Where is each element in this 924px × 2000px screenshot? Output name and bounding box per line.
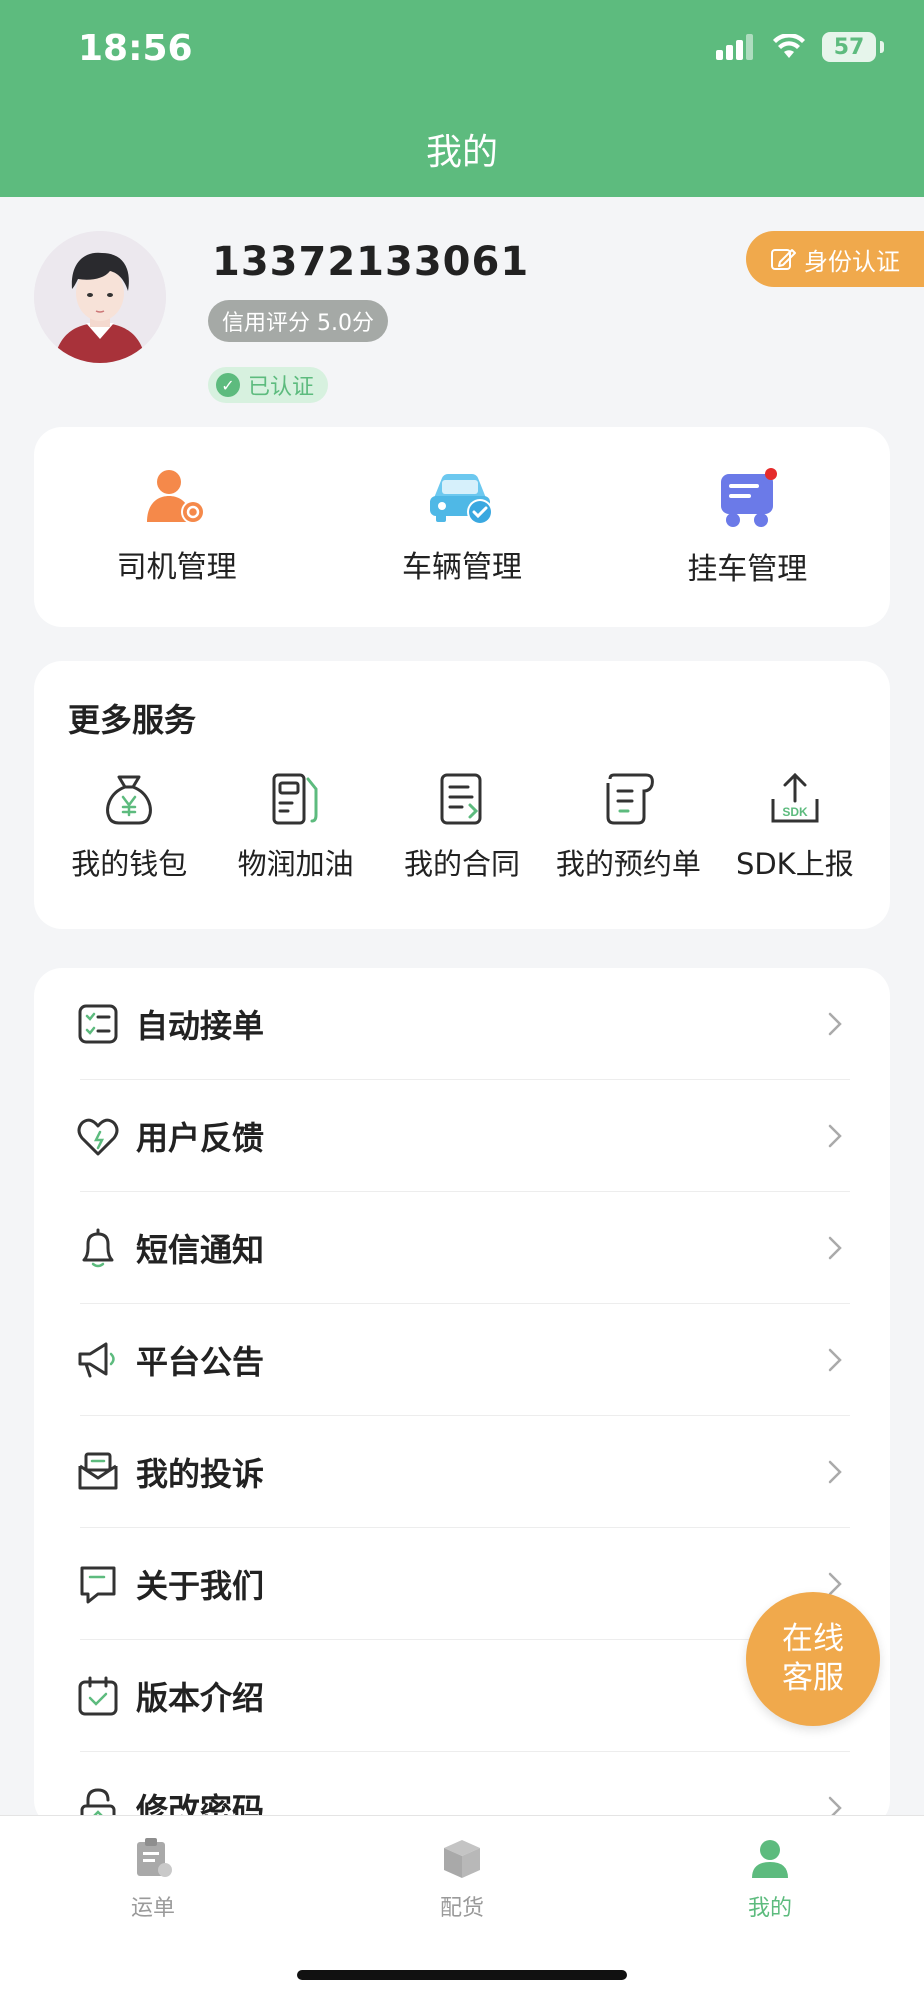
car-icon — [429, 474, 493, 525]
wallet-icon — [106, 775, 153, 825]
status-time: 18:56 — [78, 28, 193, 69]
reservation-icon — [606, 773, 655, 825]
chevron-right-icon — [828, 1348, 842, 1372]
management-card: 司机管理 车辆管理 挂车管理 — [34, 427, 890, 627]
trailer-management-label: 挂车管理 — [687, 552, 808, 587]
nav-bar: 我的 — [0, 100, 924, 197]
avatar-illustration — [34, 231, 166, 363]
tab-distribution[interactable]: 配货 — [362, 1836, 562, 1922]
auto-order-icon — [78, 1004, 118, 1044]
feedback-icon — [77, 1118, 119, 1156]
vehicle-management[interactable]: 车辆管理 — [319, 427, 604, 627]
credit-score-badge: 信用评分 5.0分 — [208, 300, 388, 342]
service-sdk-upload[interactable]: SDK SDK上报 — [712, 771, 878, 883]
page-title: 我的 — [425, 131, 498, 173]
service-fuel-label: 物润加油 — [237, 847, 354, 881]
service-fuel[interactable]: 物润加油 — [212, 771, 378, 883]
phone-number: 13372133061 — [212, 239, 530, 285]
edit-icon — [771, 249, 796, 270]
verified-badge: ✓ 已认证 — [208, 367, 329, 403]
chevron-right-icon — [828, 1124, 842, 1148]
chevron-right-icon — [828, 1012, 842, 1036]
profile-section: 13372133061 信用评分 5.0分 ✓ 已认证 身份认证 — [0, 197, 924, 427]
check-icon: ✓ — [216, 373, 240, 397]
about-icon — [80, 1566, 116, 1604]
identity-verify-label: 身份认证 — [804, 247, 900, 276]
box-icon — [444, 1840, 480, 1878]
service-reservation[interactable]: 我的预约单 — [545, 771, 711, 883]
contract-icon — [440, 773, 482, 825]
waybill-icon — [137, 1838, 172, 1877]
service-reservation-label: 我的预约单 — [555, 847, 701, 881]
tab-distribution-label: 配货 — [439, 1896, 484, 1921]
tab-waybill-label: 运单 — [130, 1896, 175, 1921]
chevron-right-icon — [828, 1460, 842, 1484]
menu-item-complaint[interactable]: 我的投诉 — [34, 1416, 890, 1528]
chevron-right-icon — [828, 1236, 842, 1260]
status-icons: 57 — [716, 32, 884, 62]
megaphone-icon — [78, 1342, 115, 1378]
more-services-title: 更多服务 — [68, 701, 197, 739]
driver-management-label: 司机管理 — [116, 550, 237, 585]
menu-item-label: 自动接单 — [136, 1007, 265, 1045]
vehicle-management-label: 车辆管理 — [401, 550, 522, 585]
service-contract-label: 我的合同 — [404, 847, 521, 881]
trailer-management[interactable]: 挂车管理 — [605, 427, 890, 627]
menu-item-announcement[interactable]: 平台公告 — [34, 1304, 890, 1416]
bell-icon — [82, 1228, 114, 1268]
signal-icon — [716, 34, 753, 60]
battery-indicator: 57 — [822, 32, 884, 62]
tab-mine[interactable]: 我的 — [670, 1836, 870, 1922]
home-indicator — [297, 1970, 627, 1980]
service-wallet-label: 我的钱包 — [71, 847, 188, 881]
status-bar: 18:56 57 — [0, 0, 924, 100]
version-icon — [78, 1676, 118, 1716]
online-service-button[interactable]: 在线 客服 — [746, 1592, 880, 1726]
driver-management[interactable]: 司机管理 — [34, 427, 319, 627]
menu-item-label: 用户反馈 — [136, 1119, 265, 1157]
online-service-line1: 在线 — [782, 1621, 844, 1657]
complaint-icon — [78, 1452, 118, 1490]
trailer-icon — [721, 468, 778, 527]
user-icon — [752, 1840, 788, 1878]
svg-text:SDK: SDK — [782, 805, 808, 819]
menu-item-auto-order[interactable]: 自动接单 — [34, 968, 890, 1080]
more-services-card: 更多服务 我的钱包 物润加油 我的合同 我的预约单 SDK SDK上报 — [34, 661, 890, 929]
wifi-icon — [773, 34, 805, 58]
service-sdk-upload-label: SDK上报 — [735, 847, 854, 881]
service-contract[interactable]: 我的合同 — [379, 771, 545, 883]
identity-verify-button[interactable]: 身份认证 — [746, 231, 924, 287]
online-service-line2: 客服 — [782, 1660, 844, 1696]
sdk-upload-icon: SDK — [771, 772, 819, 823]
tab-waybill[interactable]: 运单 — [53, 1836, 253, 1922]
fuel-icon — [272, 773, 318, 825]
verified-label: 已认证 — [248, 375, 315, 400]
menu-item-label: 版本介绍 — [136, 1679, 265, 1717]
service-wallet[interactable]: 我的钱包 — [46, 771, 212, 883]
services-grid: 我的钱包 物润加油 我的合同 我的预约单 SDK SDK上报 — [34, 771, 890, 883]
tab-mine-label: 我的 — [747, 1896, 792, 1921]
menu-item-label: 关于我们 — [136, 1567, 265, 1605]
menu-item-sms[interactable]: 短信通知 — [34, 1192, 890, 1304]
driver-icon — [146, 470, 205, 524]
menu-item-label: 平台公告 — [136, 1343, 265, 1381]
menu-item-feedback[interactable]: 用户反馈 — [34, 1080, 890, 1192]
avatar[interactable] — [34, 231, 166, 363]
menu-item-label: 我的投诉 — [136, 1455, 265, 1493]
menu-item-label: 短信通知 — [136, 1231, 265, 1269]
